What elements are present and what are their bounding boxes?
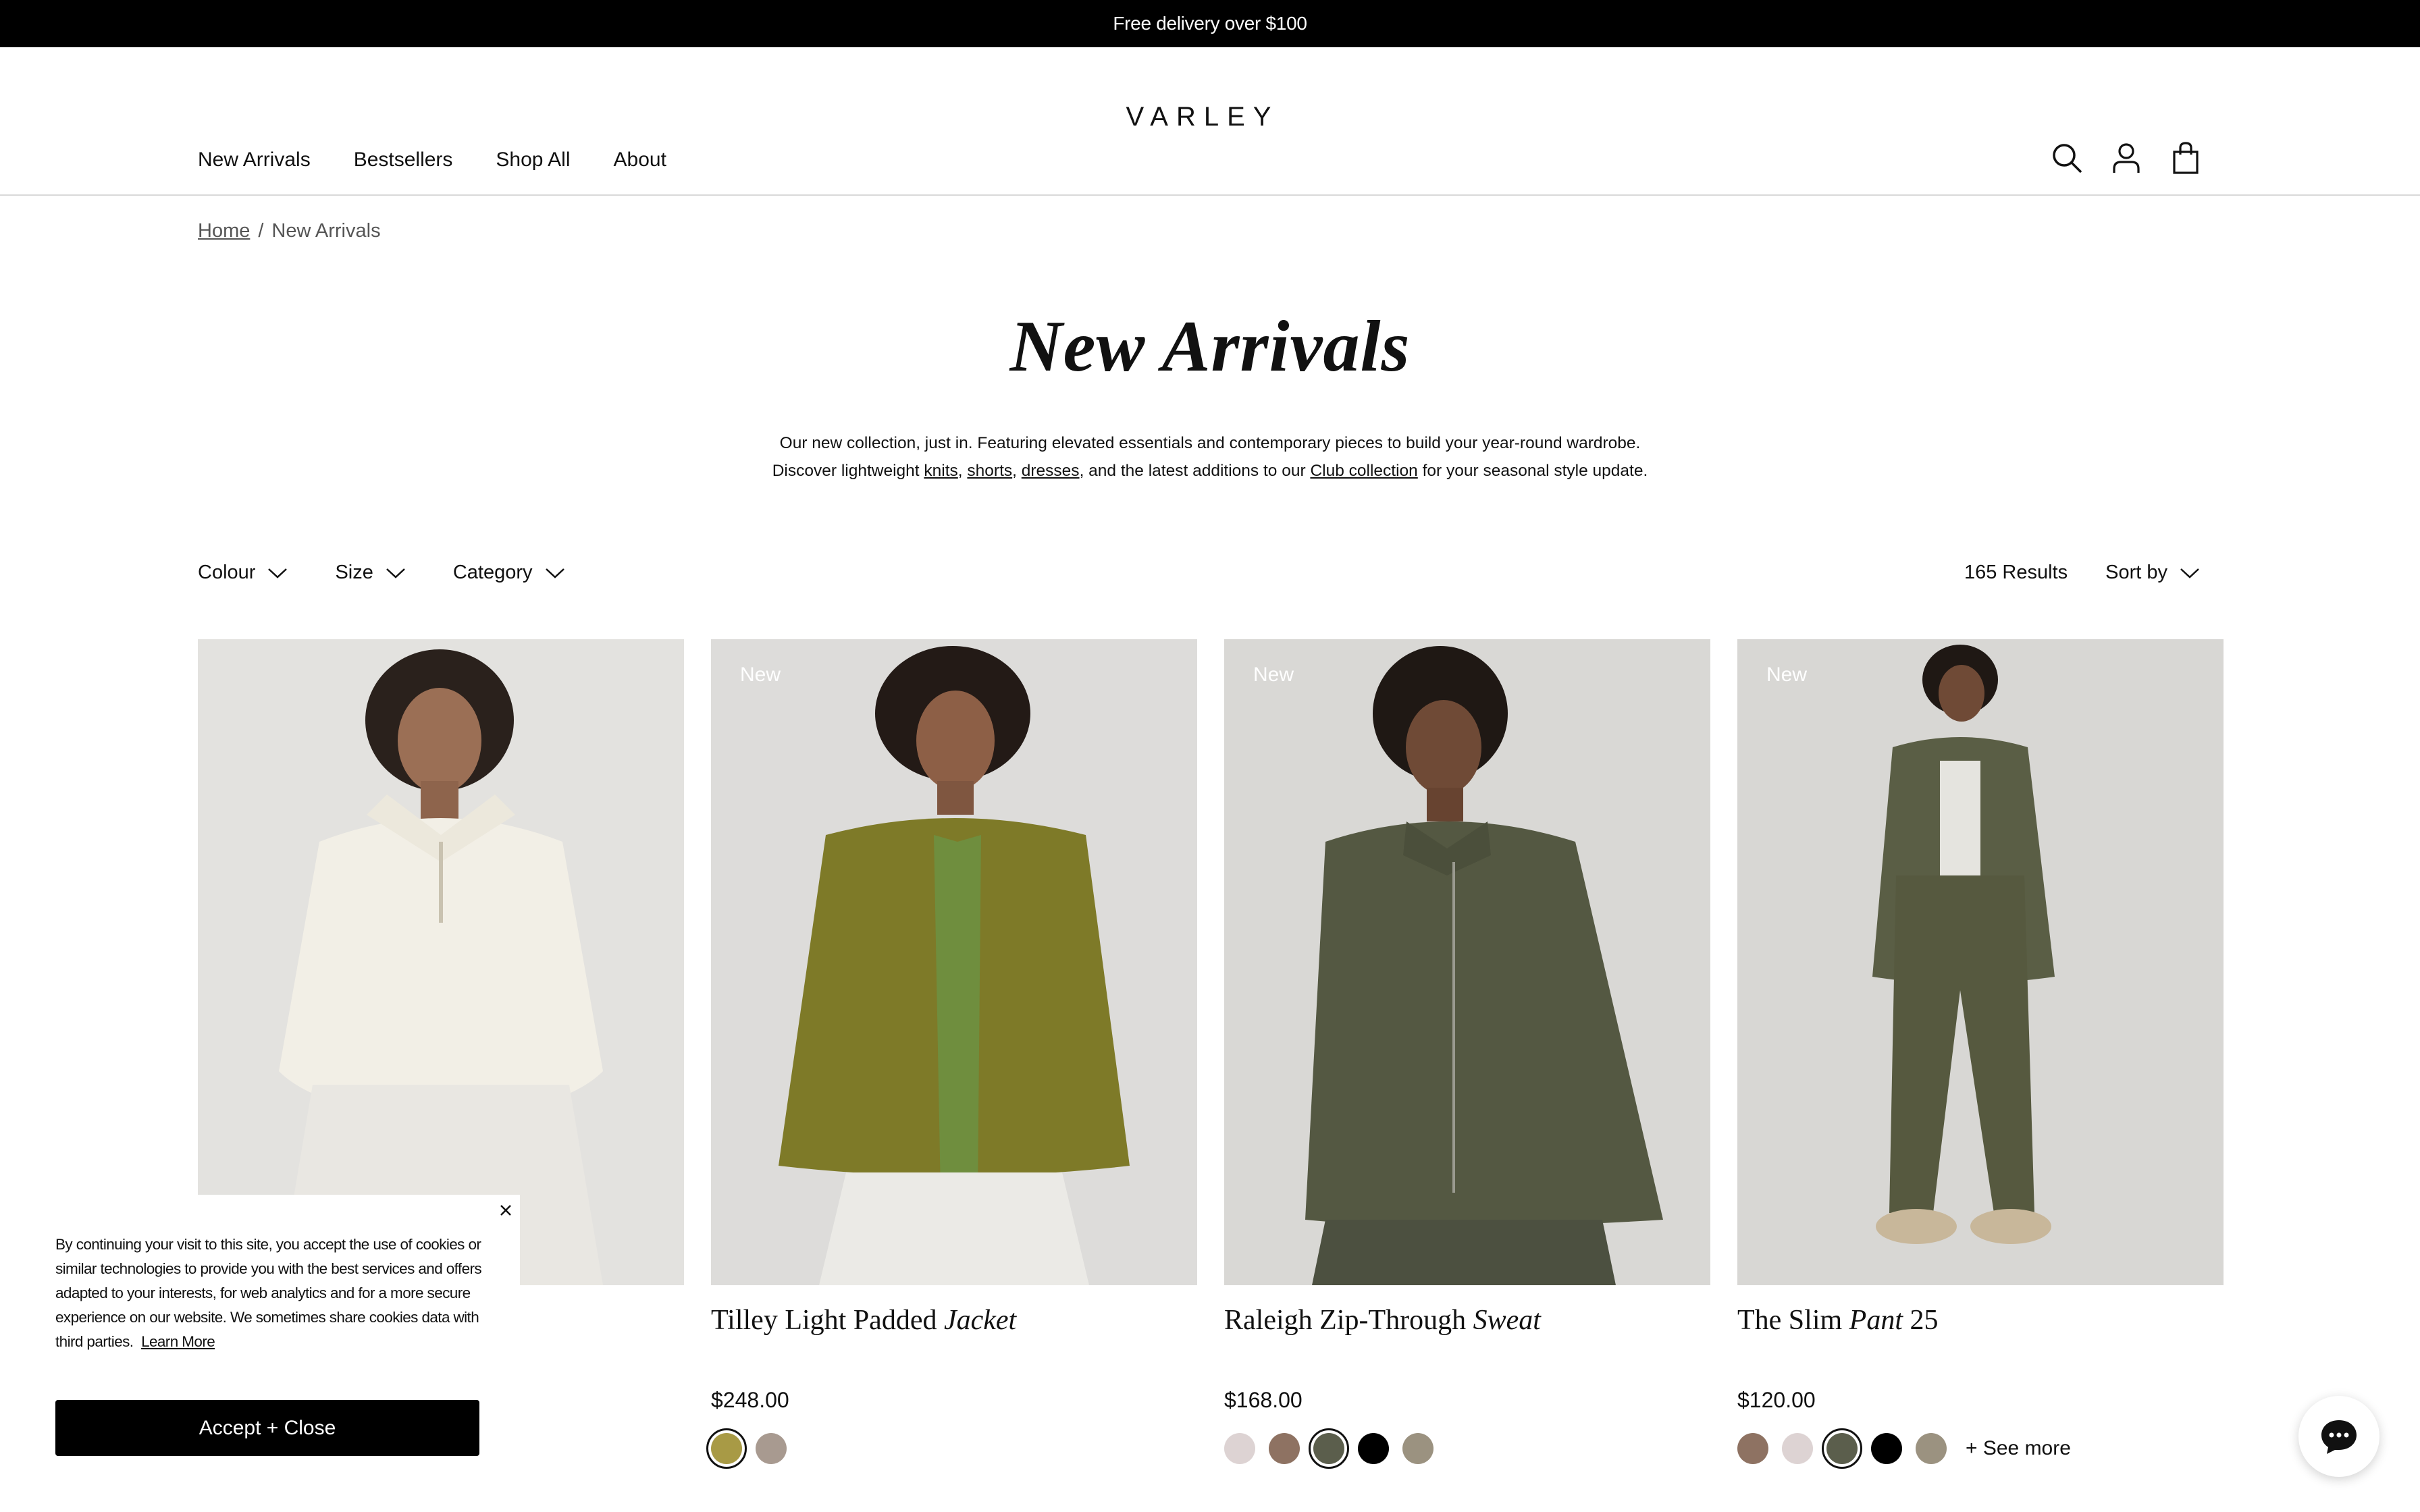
chat-launcher[interactable] bbox=[2298, 1396, 2379, 1477]
swatch-taupe[interactable] bbox=[756, 1433, 787, 1464]
product-name[interactable]: The Slim Pant 25 bbox=[1737, 1304, 2224, 1351]
breadcrumb-current: New Arrivals bbox=[271, 220, 381, 242]
swatch-olive-dark[interactable] bbox=[1309, 1428, 1349, 1469]
close-icon[interactable] bbox=[496, 1200, 516, 1220]
new-badge: New bbox=[1253, 664, 1294, 686]
product-name[interactable]: Raleigh Zip-Through Sweat bbox=[1224, 1304, 1710, 1351]
product-image[interactable] bbox=[198, 639, 684, 1285]
intro-line-2: Discover lightweight knits, shorts, dres… bbox=[772, 462, 1648, 480]
accept-close-button[interactable]: Accept + Close bbox=[55, 1400, 479, 1456]
chevron-down-icon bbox=[545, 568, 564, 578]
nav-new-arrivals[interactable]: New Arrivals bbox=[198, 148, 311, 171]
sort-by-dropdown[interactable]: Sort by bbox=[2105, 562, 2200, 584]
nav-shop-all[interactable]: Shop All bbox=[496, 148, 570, 171]
product-image[interactable]: New bbox=[711, 639, 1197, 1285]
link-club-collection[interactable]: Club collection bbox=[1310, 462, 1417, 480]
swatch-blush[interactable] bbox=[1224, 1433, 1255, 1464]
product-name-plain: The Slim bbox=[1737, 1305, 1843, 1336]
nav-bestsellers[interactable]: Bestsellers bbox=[354, 148, 453, 171]
link-dresses[interactable]: dresses bbox=[1022, 462, 1080, 480]
product-name-italic: Jacket bbox=[943, 1305, 1017, 1336]
new-badge: New bbox=[1766, 664, 1808, 686]
swatch-olive-dark[interactable] bbox=[1822, 1428, 1862, 1469]
brand-logo[interactable]: VARLEY bbox=[1124, 101, 1282, 132]
product-name-plain: Raleigh Zip-Through bbox=[1224, 1305, 1467, 1336]
intro-text: , and the latest additions to our bbox=[1079, 462, 1306, 480]
main-nav: New Arrivals Bestsellers Shop All About bbox=[198, 148, 710, 171]
intro-line-1: Our new collection, just in. Featuring e… bbox=[779, 434, 1641, 452]
swatch-stone[interactable] bbox=[1916, 1433, 1947, 1464]
account-icon[interactable] bbox=[2109, 140, 2143, 176]
site-header: VARLEY New Arrivals Bestsellers Shop All… bbox=[0, 47, 2420, 196]
product-name-italic: Sweat bbox=[1473, 1305, 1541, 1336]
breadcrumb-home[interactable]: Home bbox=[198, 220, 250, 242]
filter-colour[interactable]: Colour bbox=[198, 562, 288, 584]
swatch-brown[interactable] bbox=[1737, 1433, 1768, 1464]
product-price: $248.00 bbox=[711, 1388, 789, 1412]
sort-label: Sort by bbox=[2105, 562, 2167, 583]
filter-category-label: Category bbox=[452, 562, 533, 583]
swatch-brown[interactable] bbox=[1269, 1433, 1300, 1464]
swatch-blush[interactable] bbox=[1782, 1433, 1813, 1464]
product-price: $120.00 bbox=[1737, 1388, 1816, 1412]
product-name-plain: Tilley Light Padded bbox=[711, 1305, 937, 1336]
cookie-banner: By continuing your visit to this site, y… bbox=[0, 1195, 520, 1512]
link-knits[interactable]: knits bbox=[924, 462, 957, 480]
intro-text: Discover lightweight bbox=[772, 462, 920, 480]
swatch-olive[interactable] bbox=[706, 1428, 747, 1469]
announcement-bar: Free delivery over $100 bbox=[0, 0, 2420, 47]
intro-text: for your seasonal style update. bbox=[1422, 462, 1648, 480]
product-card[interactable]: New The Slim Pant 25 $120.00 + See more bbox=[1737, 639, 2224, 1469]
chat-icon bbox=[2321, 1420, 2357, 1454]
color-swatches: + See more bbox=[1737, 1428, 2224, 1469]
header-actions bbox=[2050, 140, 2203, 176]
color-swatches bbox=[1224, 1428, 1710, 1469]
product-image[interactable]: New bbox=[1224, 639, 1710, 1285]
chevron-down-icon bbox=[2180, 568, 2199, 578]
bag-icon[interactable] bbox=[2169, 140, 2203, 176]
new-badge: New bbox=[740, 664, 781, 686]
see-more-link[interactable]: + See more bbox=[1966, 1437, 2071, 1460]
link-shorts[interactable]: shorts bbox=[967, 462, 1012, 480]
product-card[interactable]: New Raleigh Zip-Through Sweat $168.00 bbox=[1224, 639, 1710, 1469]
cookie-message: By continuing your visit to this site, y… bbox=[55, 1236, 482, 1350]
results-sort: 165 Results Sort by bbox=[1964, 562, 2200, 584]
announcement-text: Free delivery over $100 bbox=[1113, 13, 1307, 34]
swatch-stone[interactable] bbox=[1402, 1433, 1433, 1464]
page-title: New Arrivals bbox=[1009, 306, 1411, 387]
product-card[interactable]: New Tilley Light Padded Jacket $248.00 bbox=[706, 639, 1197, 1469]
filter-size[interactable]: Size bbox=[335, 562, 405, 584]
results-count: 165 Results bbox=[1964, 562, 2068, 583]
filter-size-label: Size bbox=[335, 562, 373, 583]
product-name-suffix: 25 bbox=[1910, 1305, 1939, 1336]
product-name-italic: Pant bbox=[1849, 1305, 1903, 1336]
filter-colour-label: Colour bbox=[198, 562, 256, 583]
learn-more-link[interactable]: Learn More bbox=[141, 1333, 215, 1350]
breadcrumb: Home / New Arrivals bbox=[198, 220, 381, 242]
nav-about[interactable]: About bbox=[614, 148, 666, 171]
product-image[interactable]: New bbox=[1737, 639, 2224, 1285]
chevron-down-icon bbox=[386, 568, 405, 578]
filter-category[interactable]: Category bbox=[453, 562, 565, 584]
breadcrumb-separator: / bbox=[258, 220, 264, 242]
chevron-down-icon bbox=[268, 568, 288, 578]
search-icon[interactable] bbox=[2050, 140, 2084, 176]
product-price: $168.00 bbox=[1224, 1388, 1303, 1412]
swatch-black[interactable] bbox=[1871, 1433, 1902, 1464]
product-name[interactable]: Tilley Light Padded Jacket bbox=[711, 1304, 1197, 1351]
cookie-text: By continuing your visit to this site, y… bbox=[55, 1233, 488, 1354]
color-swatches bbox=[706, 1428, 1197, 1469]
filter-bar: Colour Size Category bbox=[198, 562, 612, 584]
swatch-black[interactable] bbox=[1358, 1433, 1389, 1464]
collection-intro: Our new collection, just in. Featuring e… bbox=[0, 429, 2420, 485]
